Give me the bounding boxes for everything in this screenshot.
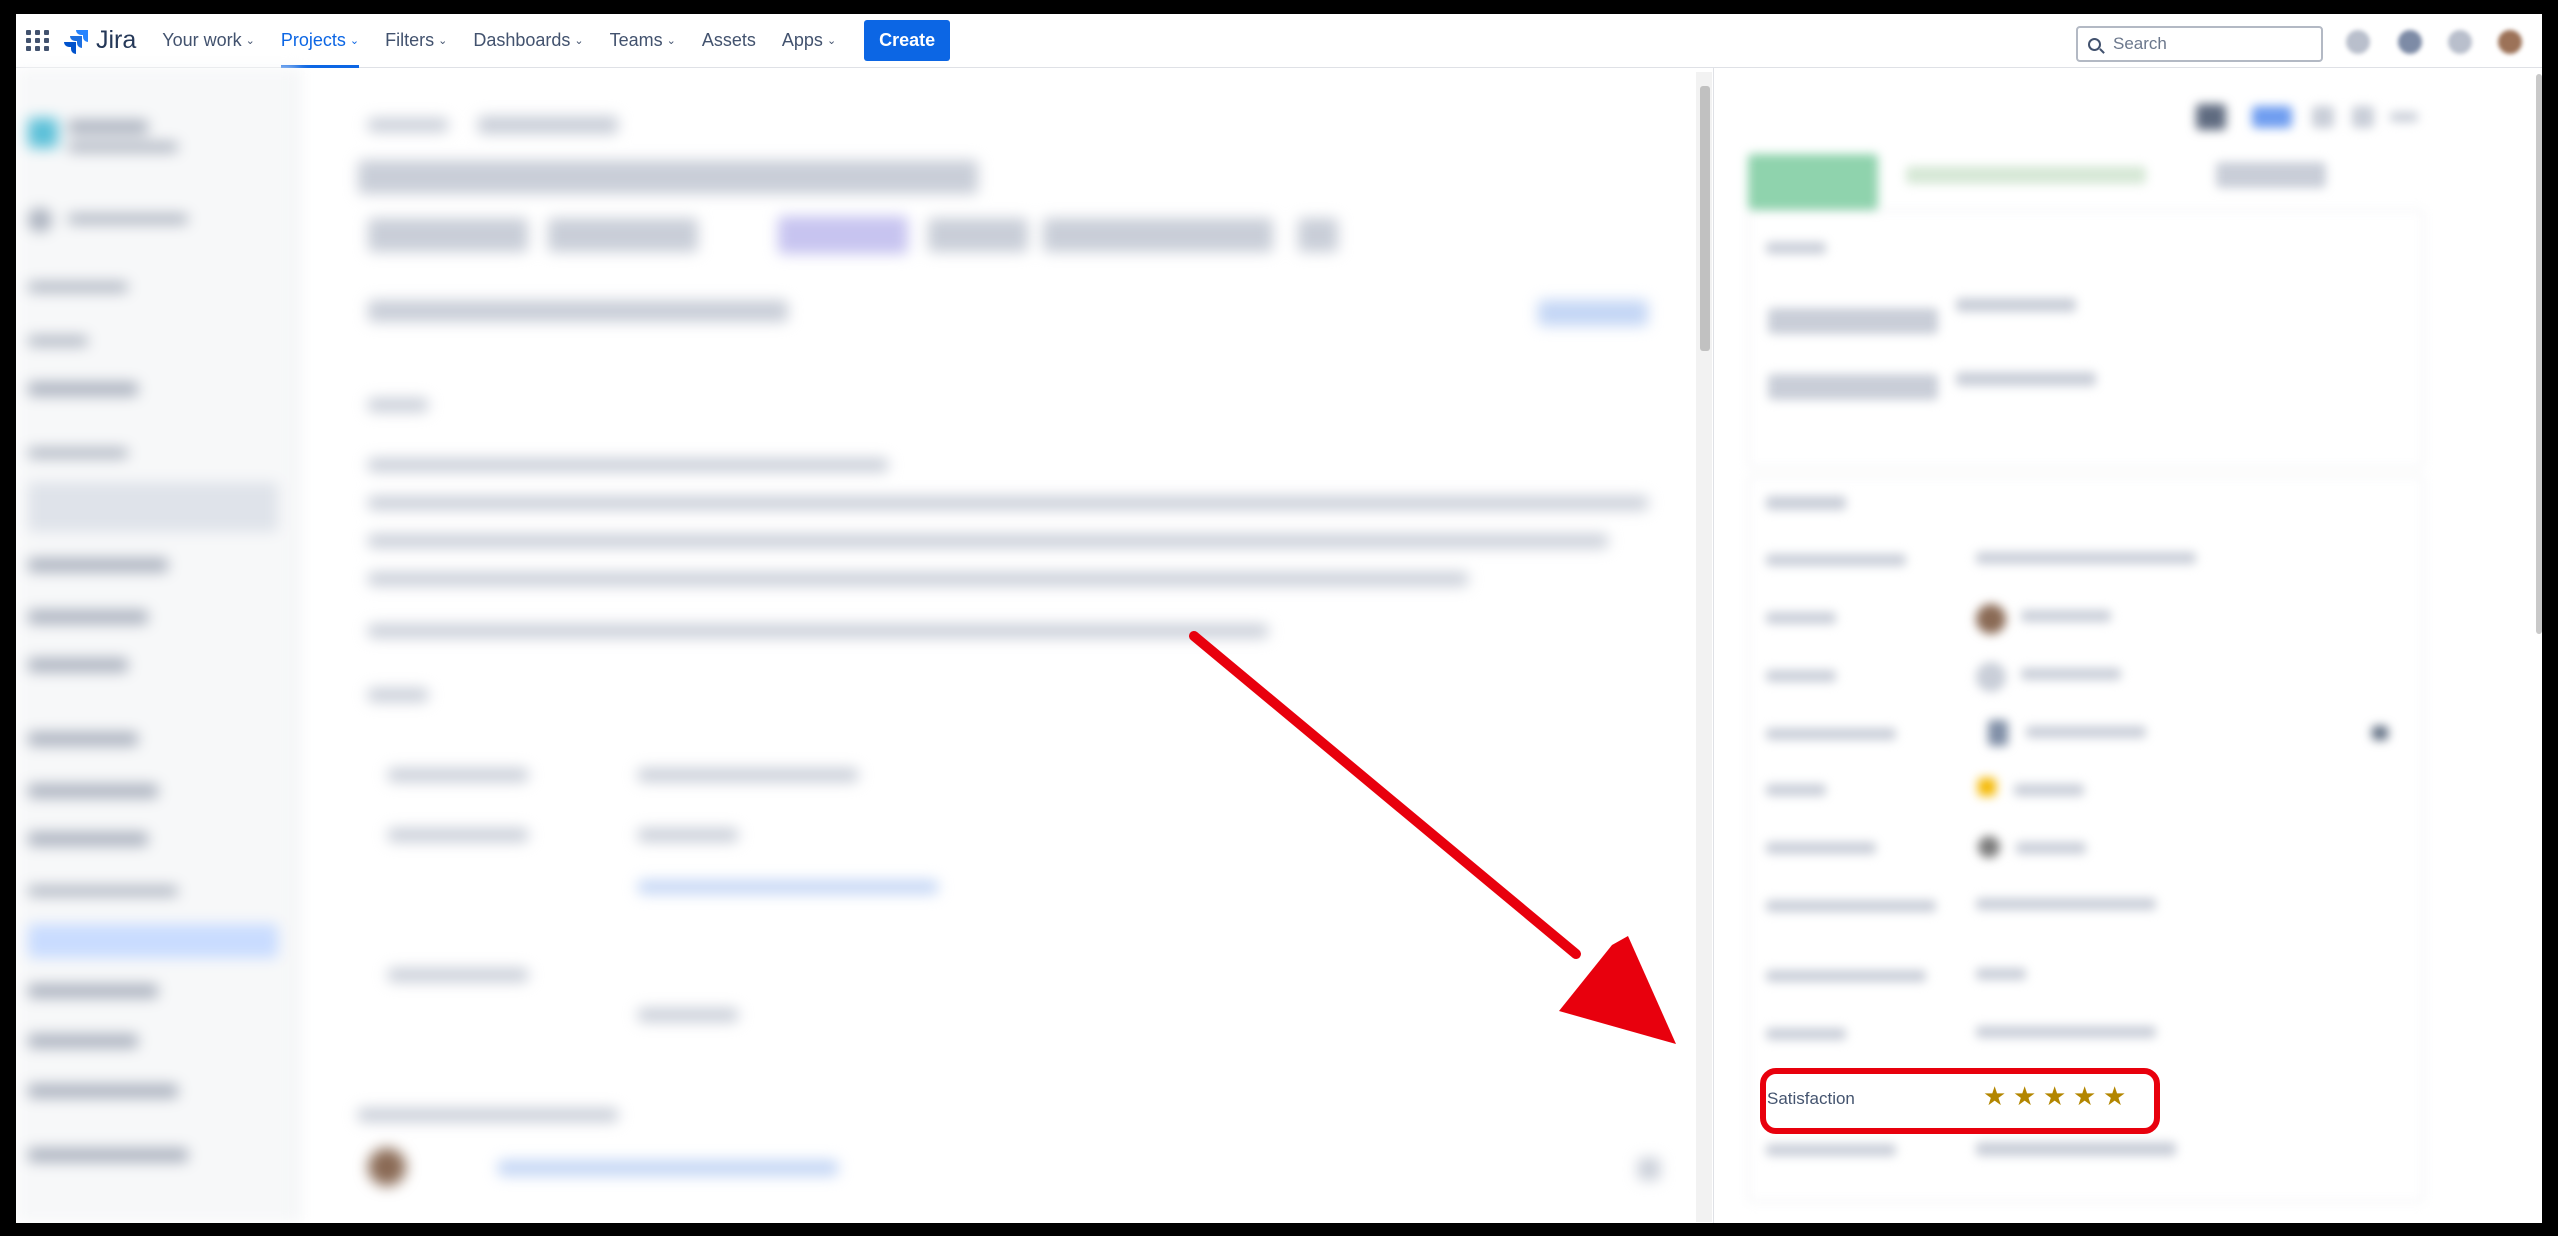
chevron-down-icon: ⌄ bbox=[826, 35, 837, 47]
nav-item-label: Dashboards bbox=[473, 30, 571, 50]
nav-item-assets[interactable]: Assets bbox=[702, 14, 756, 67]
annotation-arrow-shaft bbox=[1189, 631, 1581, 959]
chevron-down-icon: ⌄ bbox=[574, 35, 584, 47]
chevron-down-icon: ⌄ bbox=[666, 35, 676, 47]
search-input[interactable] bbox=[2111, 33, 2295, 55]
jira-logo-icon bbox=[64, 29, 88, 54]
main-scrollbar-thumb[interactable] bbox=[1700, 86, 1710, 351]
nav-item-your-work[interactable]: Your work ⌄ bbox=[162, 14, 255, 67]
help-icon[interactable] bbox=[2398, 30, 2422, 54]
search-icon bbox=[2088, 37, 2101, 51]
nav-item-teams[interactable]: Teams ⌄ bbox=[610, 14, 676, 67]
nav-item-dashboards[interactable]: Dashboards ⌄ bbox=[473, 14, 583, 67]
notifications-icon[interactable] bbox=[2346, 30, 2370, 54]
satisfaction-highlight-box bbox=[1760, 1068, 2160, 1134]
annotation-arrow bbox=[1189, 631, 1676, 1044]
nav-item-label: Projects bbox=[280, 30, 346, 50]
create-button[interactable]: Create bbox=[864, 20, 951, 61]
nav-item-label: Apps bbox=[781, 30, 823, 50]
panel-divider bbox=[1713, 68, 1714, 1223]
app-switcher-icon[interactable] bbox=[26, 29, 50, 53]
nav-item-apps[interactable]: Apps ⌄ bbox=[782, 14, 836, 67]
nav-item-label: Filters bbox=[385, 30, 435, 50]
logo-text: Jira bbox=[96, 26, 137, 54]
nav-item-filters[interactable]: Filters ⌄ bbox=[385, 14, 447, 67]
jira-logo[interactable]: Jira bbox=[64, 26, 136, 55]
search-box[interactable] bbox=[2076, 26, 2323, 62]
chevron-down-icon: ⌄ bbox=[245, 35, 255, 47]
chevron-down-icon: ⌄ bbox=[349, 35, 360, 47]
profile-avatar[interactable] bbox=[2498, 30, 2522, 54]
jira-window: Jira Your work ⌄ Projects ⌄ Filters ⌄ Dashboar… bbox=[16, 14, 2542, 1223]
nav-item-label: Teams bbox=[609, 30, 663, 50]
nav-item-projects[interactable]: Projects ⌄ bbox=[280, 14, 360, 68]
nav-item-label: Assets bbox=[701, 30, 756, 50]
nav-item-label: Your work bbox=[162, 30, 242, 50]
project-sidebar bbox=[16, 68, 298, 1223]
settings-icon[interactable] bbox=[2448, 30, 2472, 54]
chevron-down-icon: ⌄ bbox=[438, 35, 448, 47]
right-panel-scrollbar[interactable] bbox=[2536, 74, 2542, 634]
